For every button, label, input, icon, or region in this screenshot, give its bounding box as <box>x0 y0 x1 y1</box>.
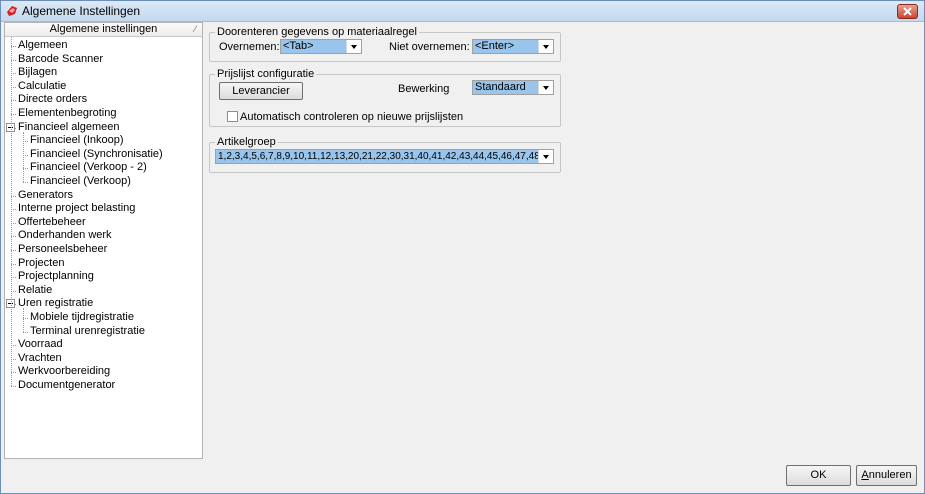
tree-item[interactable]: Uren registratie <box>18 297 93 310</box>
artikelgroep-select[interactable]: 1,2,3,4,5,6,7,8,9,10,11,12,13,20,21,22,3… <box>215 149 554 164</box>
tree-item[interactable]: Relatie <box>18 284 52 297</box>
bewerking-label: Bewerking <box>398 83 450 95</box>
auto-check-checkbox[interactable] <box>227 111 238 122</box>
cancel-label-rest: nnuleren <box>868 469 912 481</box>
ok-button[interactable]: OK <box>786 465 851 486</box>
tree-item[interactable]: Financieel (Verkoop - 2) <box>30 161 147 174</box>
tree-item[interactable]: Werkvoorbereiding <box>18 365 110 378</box>
sort-icon: ⁄ <box>194 24 196 34</box>
leverancier-button[interactable]: Leverancier <box>219 82 303 100</box>
tree-connector <box>23 331 28 333</box>
chevron-down-icon[interactable] <box>538 40 553 53</box>
tree-item[interactable]: Offertebeheer <box>18 216 86 229</box>
chevron-down-icon[interactable] <box>538 150 553 163</box>
close-button[interactable] <box>897 4 918 19</box>
auto-check-label[interactable]: Automatisch controleren op nieuwe prijsl… <box>240 111 463 124</box>
cancel-mnemonic: A <box>861 469 869 481</box>
artikelgroep-value: 1,2,3,4,5,6,7,8,9,10,11,12,13,20,21,22,3… <box>216 150 538 163</box>
niet-overnemen-label: Niet overnemen: <box>389 41 470 53</box>
tree-item[interactable]: Financieel (Verkoop) <box>30 175 131 188</box>
tree-item[interactable]: Documentgenerator <box>18 379 115 392</box>
tree-item[interactable]: Terminal urenregistratie <box>30 325 145 338</box>
tree-child-line <box>23 131 24 182</box>
niet-overnemen-select[interactable]: <Enter> <box>472 39 554 54</box>
niet-overnemen-value: <Enter> <box>473 40 538 53</box>
tree-item[interactable]: Generators <box>18 189 73 202</box>
tree-item[interactable]: Projectplanning <box>18 270 94 283</box>
artikelgroep-group: Artikelgroep 1,2,3,4,5,6,7,8,9,10,11,12,… <box>209 136 561 173</box>
settings-tree[interactable]: Algemene instellingen ⁄ Algemeen Barcode … <box>4 22 203 459</box>
tree-item[interactable]: Calculatie <box>18 80 66 93</box>
tree-item[interactable]: Financieel (Synchronisatie) <box>30 148 163 161</box>
cancel-button[interactable]: Annuleren <box>856 465 917 486</box>
prijslijst-legend: Prijslijst configuratie <box>215 68 317 80</box>
tree-item[interactable]: Onderhanden werk <box>18 229 112 242</box>
tree-item[interactable]: Elementenbegroting <box>18 107 116 120</box>
overnemen-label: Overnemen: <box>219 41 280 53</box>
tree-item[interactable]: Directe orders <box>18 93 87 106</box>
bewerking-select[interactable]: Standaard <box>472 80 554 95</box>
tree-connector <box>23 182 28 183</box>
tree-item[interactable]: Personeelsbeheer <box>18 243 107 256</box>
tree-item[interactable]: Interne project belasting <box>18 202 135 215</box>
app-icon <box>7 6 17 16</box>
tree-child-line <box>23 308 24 332</box>
doorenteren-legend: Doorenteren gegevens op materiaalregel <box>215 26 419 38</box>
chevron-down-icon[interactable] <box>346 40 361 53</box>
tree-item[interactable]: Financieel (Inkoop) <box>30 134 124 147</box>
close-icon <box>903 7 912 16</box>
overnemen-value: <Tab> <box>281 40 346 53</box>
window-title: Algemene Instellingen <box>22 4 141 18</box>
bewerking-value: Standaard <box>473 81 538 94</box>
overnemen-select[interactable]: <Tab> <box>280 39 362 54</box>
tree-item[interactable]: Barcode Scanner <box>18 53 103 66</box>
prijslijst-group: Prijslijst configuratie Leverancier Bewe… <box>209 68 561 127</box>
artikelgroep-legend: Artikelgroep <box>215 136 278 148</box>
tree-item[interactable]: Voorraad <box>18 338 63 351</box>
tree-header-label: Algemene instellingen <box>49 23 158 35</box>
tree-item[interactable]: Vrachten <box>18 352 62 365</box>
title-bar[interactable]: Algemene Instellingen <box>1 1 924 22</box>
tree-column-header[interactable]: Algemene instellingen ⁄ <box>5 23 202 37</box>
tree-item[interactable]: Projecten <box>18 257 64 270</box>
tree-item[interactable]: Financieel algemeen <box>18 121 120 134</box>
tree-connector <box>11 386 16 387</box>
tree-root-line <box>11 37 12 386</box>
chevron-down-icon[interactable] <box>538 81 553 94</box>
tree-item[interactable]: Algemeen <box>18 39 68 52</box>
settings-window: Algemene Instellingen Algemene instellin… <box>0 0 925 494</box>
tree-item[interactable]: Bijlagen <box>18 66 57 79</box>
doorenteren-group: Doorenteren gegevens op materiaalregel O… <box>209 26 561 62</box>
tree-item[interactable]: Mobiele tijdregistratie <box>30 311 134 324</box>
